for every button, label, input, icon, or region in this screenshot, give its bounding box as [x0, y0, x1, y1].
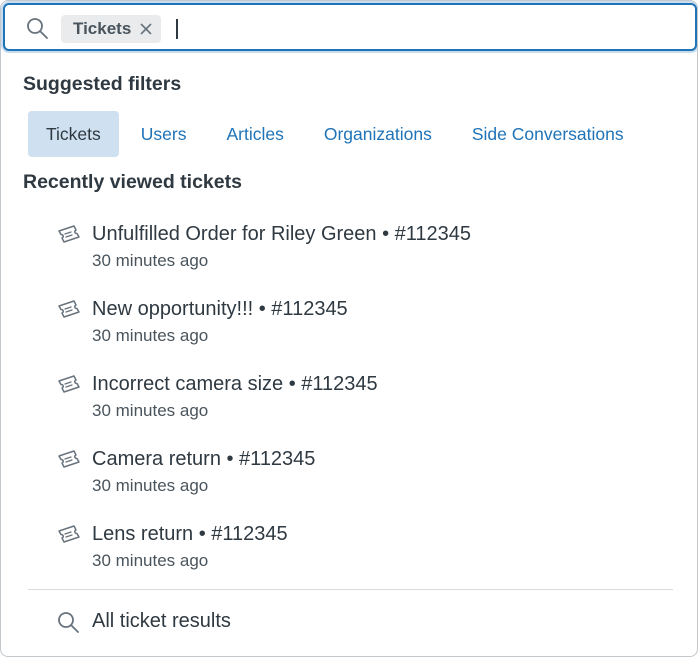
ticket-title: Unfulfilled Order for Riley Green • #112…	[92, 223, 472, 245]
filter-token: Tickets	[61, 15, 162, 43]
ticket-time: 30 minutes ago	[92, 551, 209, 570]
ticket-title: Incorrect camera size • #112345	[92, 373, 378, 395]
ticket-title: Lens return • #112345	[92, 523, 288, 545]
list-item[interactable]: Camera return • #112345 30 minutes ago	[1, 444, 697, 504]
filter-articles[interactable]: Articles	[208, 111, 301, 157]
search-dropdown-panel: Tickets Suggested filters Tickets Users …	[0, 0, 698, 657]
filter-token-label: Tickets	[73, 19, 132, 38]
ticket-icon	[58, 300, 80, 318]
search-icon	[27, 18, 48, 39]
filter-users[interactable]: Users	[123, 111, 205, 157]
ticket-icon	[58, 375, 80, 393]
text-caret	[176, 19, 178, 39]
ticket-title: Camera return • #112345	[92, 448, 316, 470]
filter-side-conversations[interactable]: Side Conversations	[454, 111, 642, 157]
all-ticket-results-label: All ticket results	[92, 610, 231, 632]
all-ticket-results-link[interactable]: All ticket results	[1, 599, 697, 645]
suggested-filters-heading: Suggested filters	[23, 73, 182, 95]
ticket-time: 30 minutes ago	[92, 326, 209, 345]
filter-organizations[interactable]: Organizations	[306, 111, 450, 157]
ticket-title: New opportunity!!! • #112345	[92, 298, 348, 320]
ticket-time: 30 minutes ago	[92, 401, 209, 420]
ticket-time: 30 minutes ago	[92, 476, 209, 495]
ticket-icon	[58, 525, 80, 543]
ticket-icon	[58, 225, 80, 243]
list-item[interactable]: Lens return • #112345 30 minutes ago	[1, 519, 697, 579]
search-icon	[58, 612, 79, 633]
list-item[interactable]: Incorrect camera size • #112345 30 minut…	[1, 369, 697, 429]
search-bar[interactable]: Tickets	[3, 3, 697, 51]
ticket-time: 30 minutes ago	[92, 251, 209, 270]
ticket-icon	[58, 450, 80, 468]
filter-tickets[interactable]: Tickets	[28, 111, 119, 157]
suggested-filters: Tickets Users Articles Organizations Sid…	[28, 111, 642, 157]
list-item[interactable]: Unfulfilled Order for Riley Green • #112…	[1, 219, 697, 279]
close-icon[interactable]	[139, 22, 153, 36]
divider	[28, 589, 673, 590]
list-item[interactable]: New opportunity!!! • #112345 30 minutes …	[1, 294, 697, 354]
recently-viewed-heading: Recently viewed tickets	[23, 171, 242, 193]
